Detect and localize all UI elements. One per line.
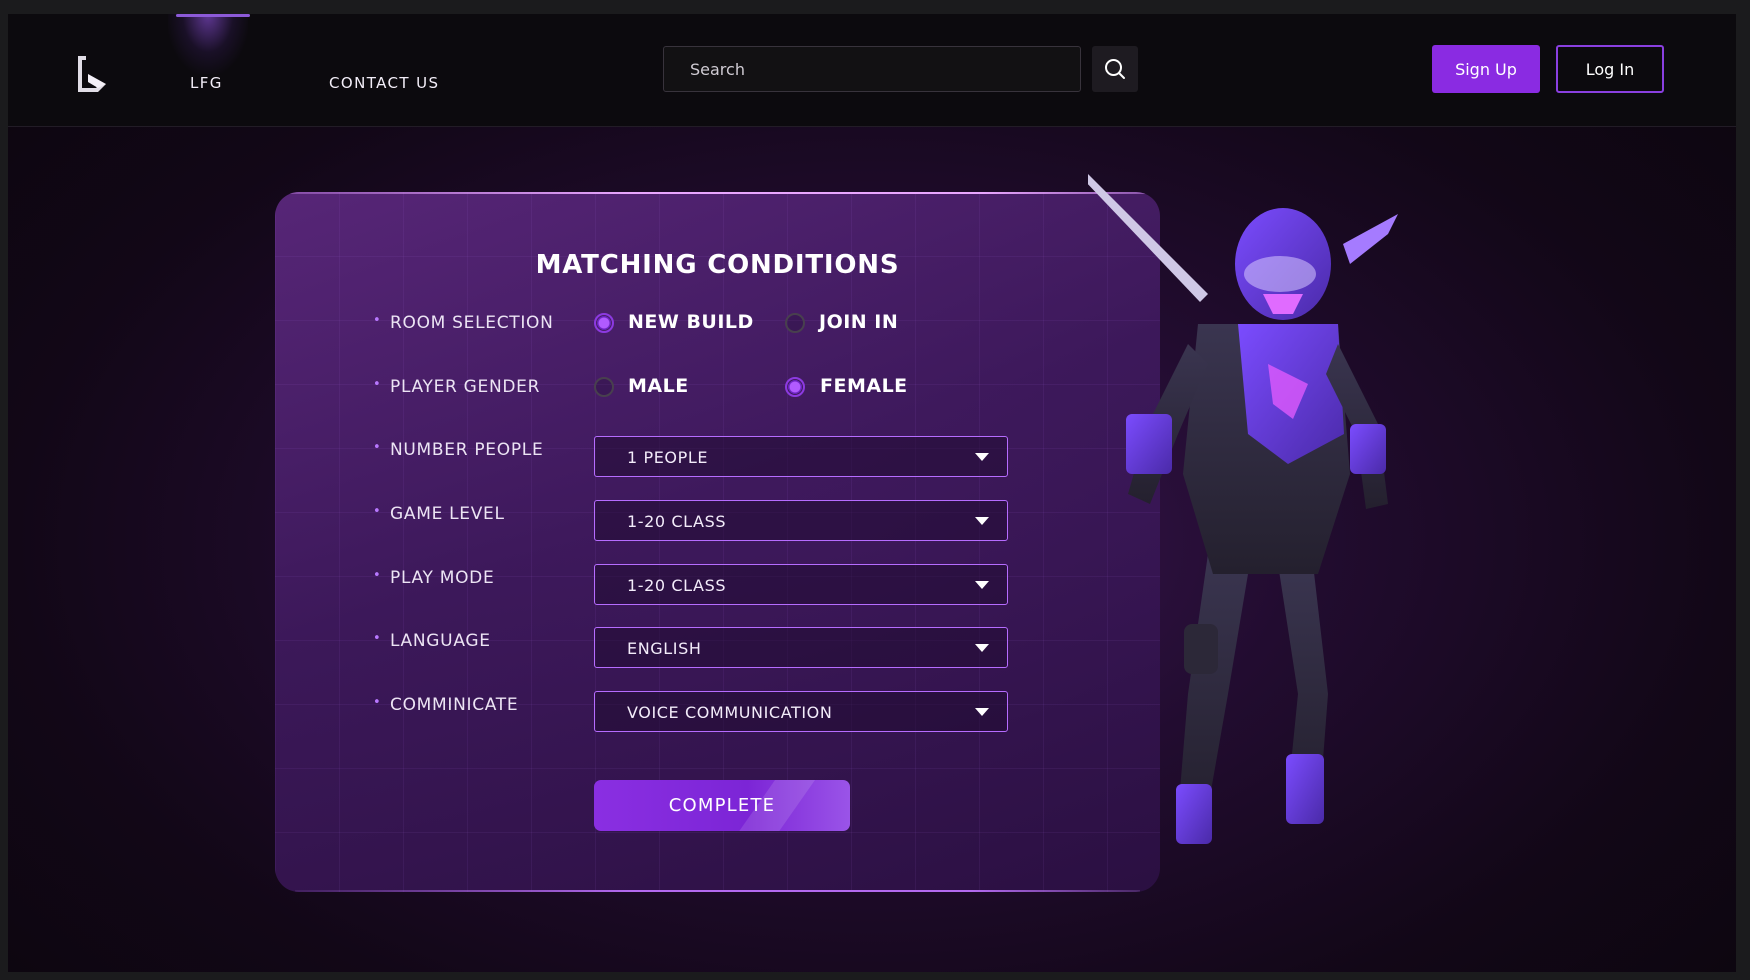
panel-top-border <box>275 192 1160 194</box>
number-people-label: NUMBER PEOPLE <box>373 440 543 460</box>
nav-active-indicator <box>176 14 250 17</box>
header: LFG CONTACT US Sign Up Log In <box>8 14 1736 127</box>
login-button[interactable]: Log In <box>1556 45 1664 93</box>
chevron-down-icon <box>975 708 989 716</box>
radio-new-build-label[interactable]: NEW BUILD <box>628 311 754 333</box>
radio-female[interactable] <box>785 377 805 397</box>
logo-icon[interactable] <box>74 50 108 98</box>
complete-button[interactable]: COMPLETE <box>594 780 850 831</box>
radio-male-label[interactable]: MALE <box>628 375 689 397</box>
play-mode-label: PLAY MODE <box>373 568 494 588</box>
search-input[interactable] <box>663 46 1081 92</box>
search-button[interactable] <box>1092 46 1138 92</box>
chevron-down-icon <box>975 517 989 525</box>
select-value: 1-20 CLASS <box>627 512 727 531</box>
chevron-down-icon <box>975 644 989 652</box>
chevron-down-icon <box>975 581 989 589</box>
language-select[interactable]: ENGLISH <box>594 627 1008 668</box>
radio-join-in[interactable] <box>785 313 805 333</box>
nav-contact-us[interactable]: CONTACT US <box>329 74 439 92</box>
play-mode-select[interactable]: 1-20 CLASS <box>594 564 1008 605</box>
language-label: LANGUAGE <box>373 631 491 651</box>
room-selection-label: ROOM SELECTION <box>373 313 554 333</box>
panel-bottom-border <box>295 890 1140 892</box>
search-icon <box>1105 59 1125 79</box>
signup-button[interactable]: Sign Up <box>1432 45 1540 93</box>
radio-female-label[interactable]: FEMALE <box>820 375 908 397</box>
select-value: 1-20 CLASS <box>627 576 727 595</box>
radio-male[interactable] <box>594 377 614 397</box>
chevron-down-icon <box>975 453 989 461</box>
radio-new-build[interactable] <box>594 313 614 333</box>
select-value: VOICE COMMUNICATION <box>627 703 833 722</box>
game-level-select[interactable]: 1-20 CLASS <box>594 500 1008 541</box>
app-frame: LFG CONTACT US Sign Up Log In MATCHING C… <box>8 14 1736 972</box>
panel-title: MATCHING CONDITIONS <box>535 250 900 280</box>
nav-lfg[interactable]: LFG <box>190 74 223 92</box>
communicate-label: COMMINICATE <box>373 695 518 715</box>
game-level-label: GAME LEVEL <box>373 504 505 524</box>
matching-conditions-panel: MATCHING CONDITIONS ROOM SELECTION NEW B… <box>275 192 1160 892</box>
communicate-select[interactable]: VOICE COMMUNICATION <box>594 691 1008 732</box>
armored-character-illustration <box>1088 174 1398 844</box>
number-people-select[interactable]: 1 PEOPLE <box>594 436 1008 477</box>
player-gender-label: PLAYER GENDER <box>373 377 540 397</box>
nav-active-glow <box>168 14 248 74</box>
select-value: ENGLISH <box>627 639 702 658</box>
radio-join-in-label[interactable]: JOIN IN <box>819 311 898 333</box>
select-value: 1 PEOPLE <box>627 448 709 467</box>
